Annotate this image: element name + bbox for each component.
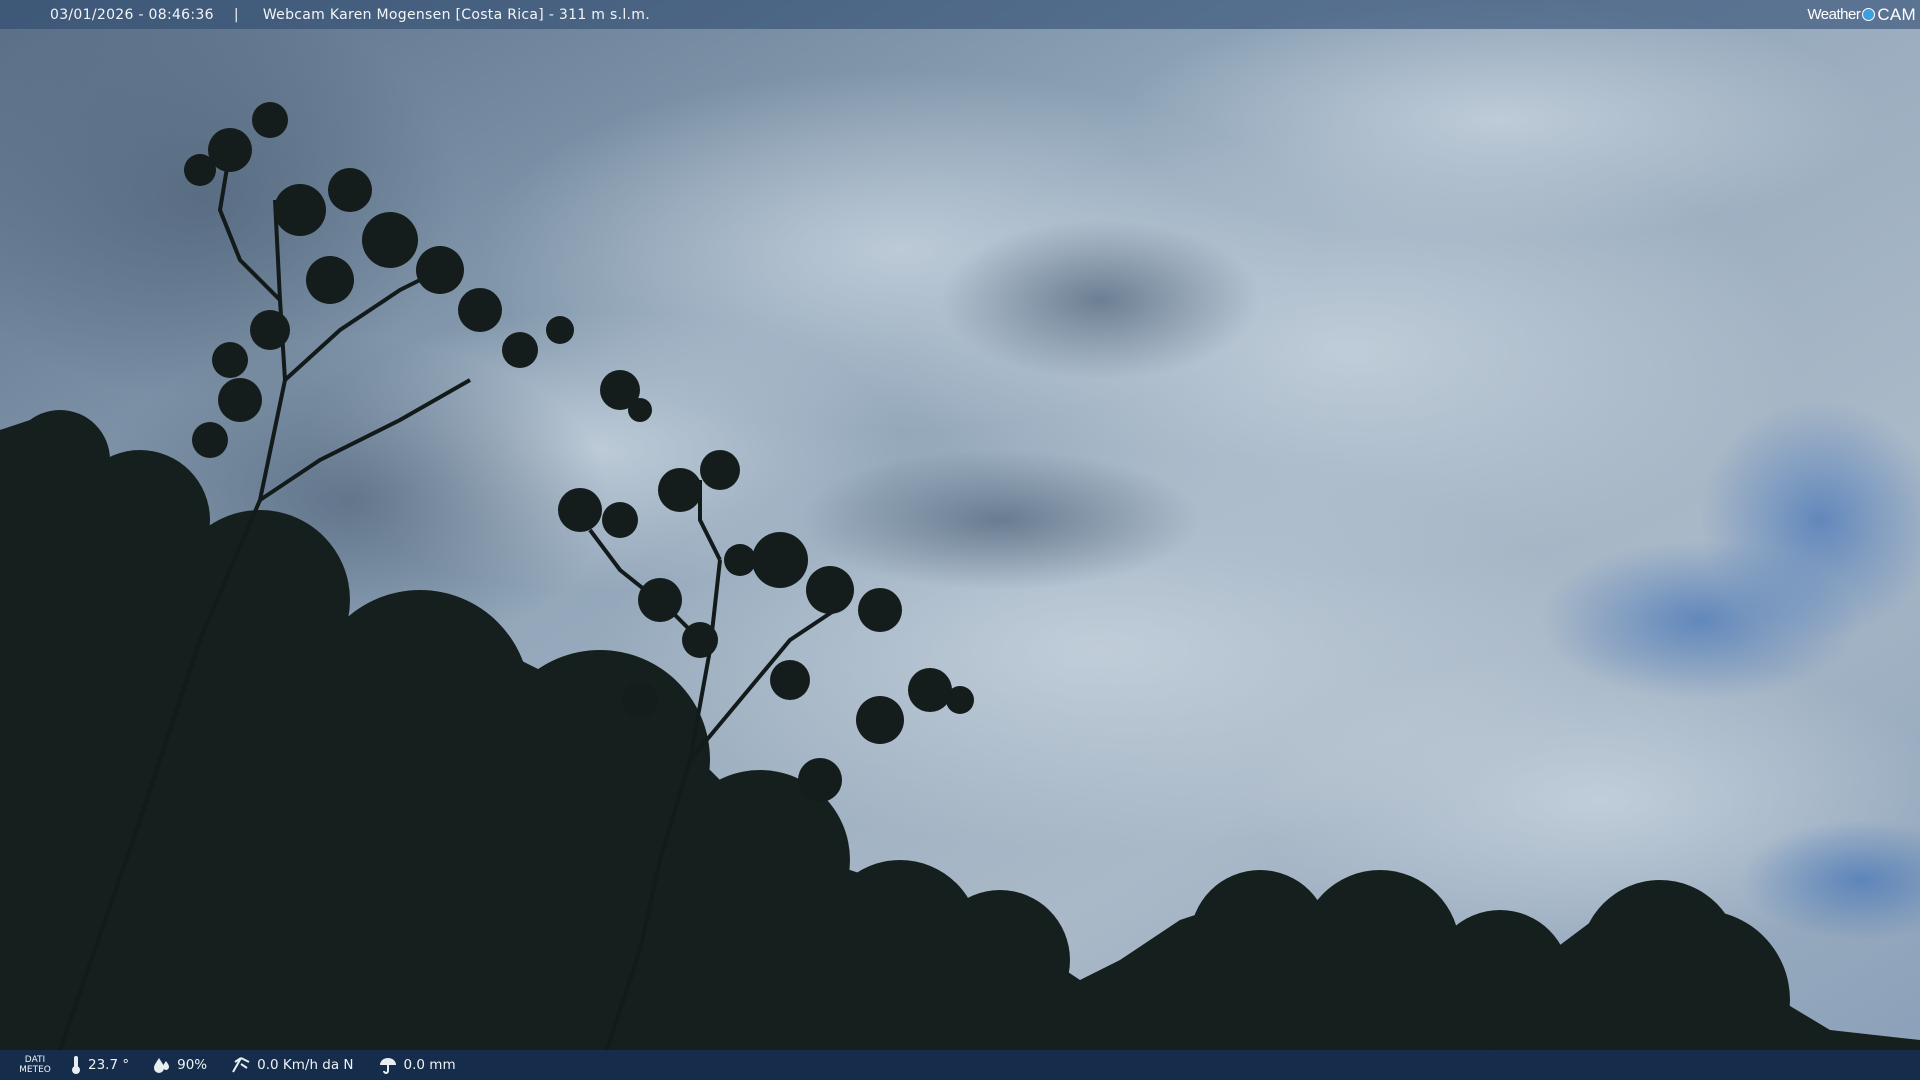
- timestamp: 03/01/2026 - 08:46:36: [50, 6, 214, 23]
- dati-meteo-label: DATI METEO: [0, 1055, 70, 1075]
- thermometer-icon: [72, 1056, 80, 1074]
- humidity-readout: 90%: [153, 1056, 207, 1074]
- humidity-value: 90%: [177, 1057, 208, 1073]
- top-overlay-bar: 03/01/2026 - 08:46:36 | Webcam Karen Mog…: [0, 0, 1920, 29]
- logo-weather-text: Weather: [1807, 6, 1861, 23]
- wind-icon: [232, 1057, 250, 1073]
- humidity-drop-icon: [154, 1058, 170, 1073]
- dati-meteo-line2: METEO: [19, 1065, 51, 1075]
- webcam-image: [0, 0, 1920, 1080]
- rain-readout: 0.0 mm: [378, 1056, 456, 1074]
- landscape-scene: [0, 0, 1920, 1080]
- logo-cam-text: CAM: [1877, 4, 1916, 24]
- temperature-value: 23.7 °: [88, 1057, 130, 1073]
- weathercam-logo: Weather CAM: [1807, 0, 1916, 29]
- rain-value: 0.0 mm: [403, 1057, 456, 1073]
- webcam-title: Webcam Karen Mogensen [Costa Rica] - 311…: [262, 6, 650, 23]
- separator: |: [233, 6, 239, 23]
- wind-value: 0.0 Km/h da N: [257, 1057, 354, 1073]
- logo-dot-icon: [1862, 8, 1876, 21]
- rain-icon: [379, 1058, 396, 1074]
- weather-data-bar: DATI METEO 23.7 ° 90% 0.0 Km/h da N 0.0 …: [0, 1050, 1920, 1080]
- dati-meteo-line1: DATI: [24, 1055, 46, 1065]
- temperature-readout: 23.7 °: [70, 1055, 129, 1075]
- wind-readout: 0.0 Km/h da N: [231, 1056, 354, 1074]
